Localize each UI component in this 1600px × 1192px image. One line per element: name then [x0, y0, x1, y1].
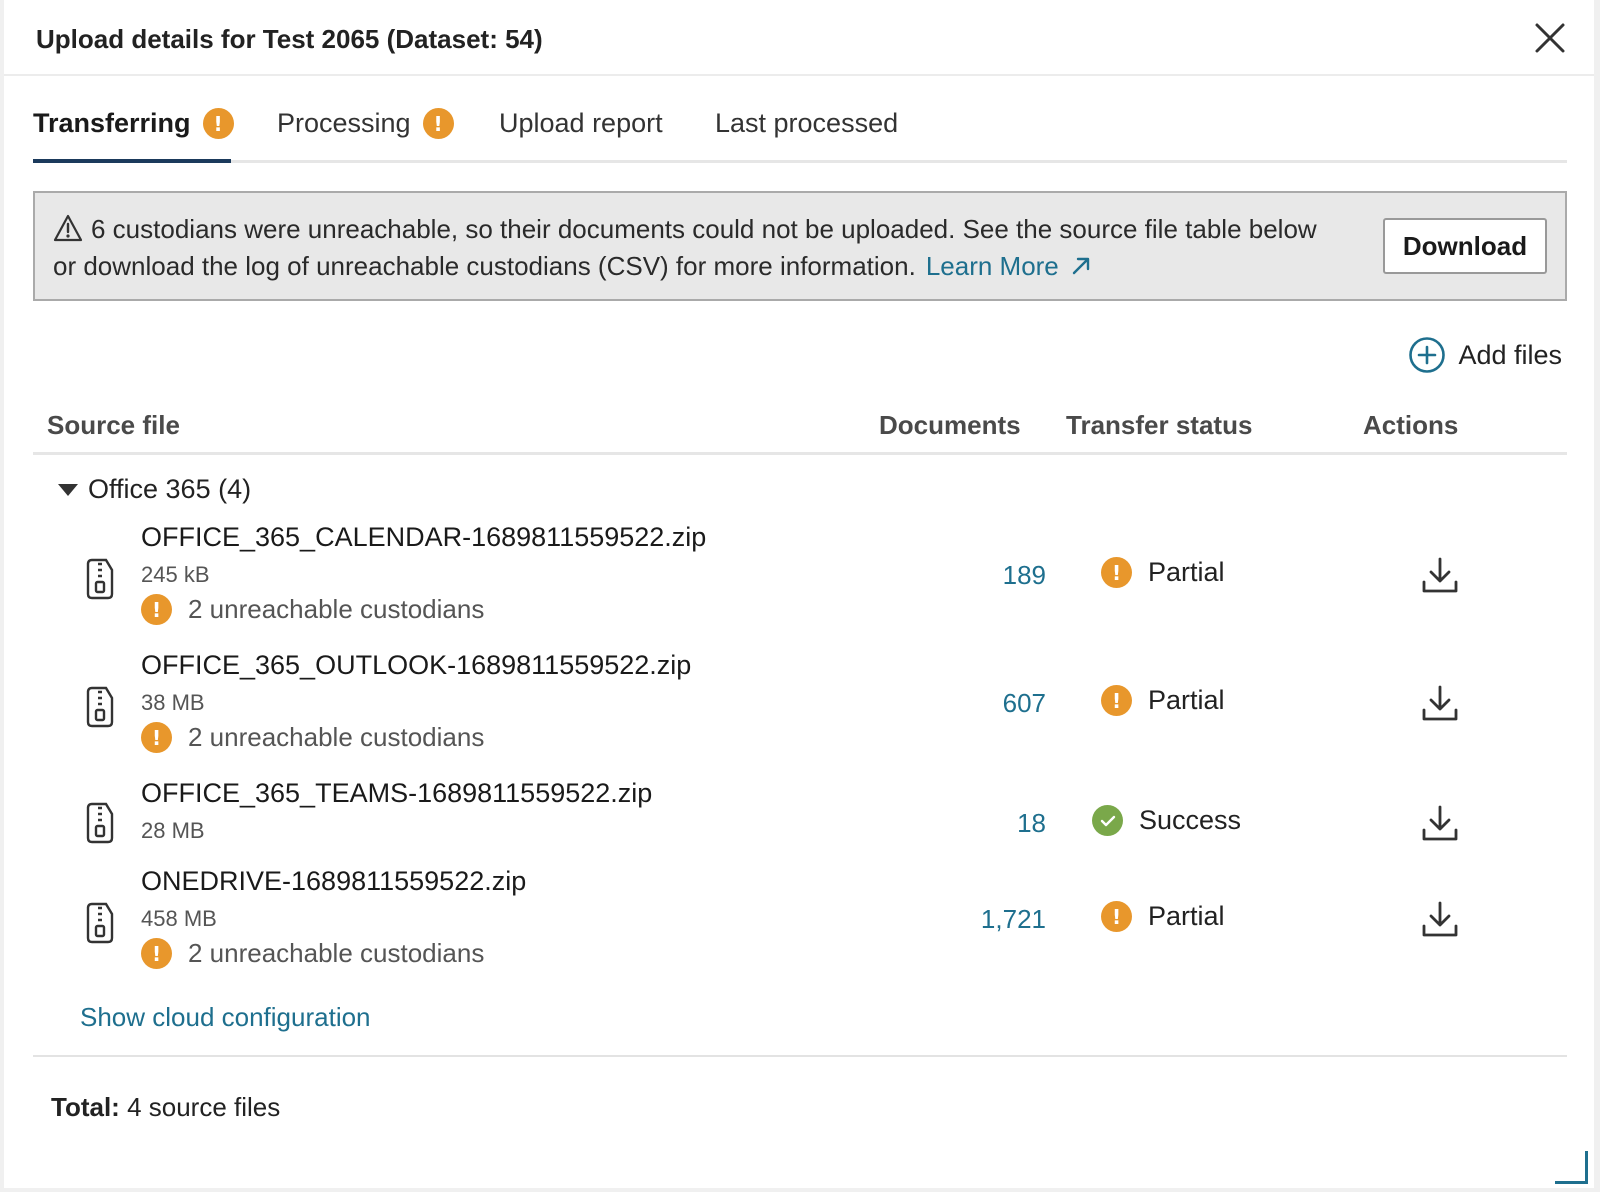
documents-count-link[interactable]: 18: [1017, 808, 1046, 839]
alert-text: 6 custodians were unreachable, so their …: [53, 214, 1317, 281]
close-icon[interactable]: [1532, 20, 1568, 56]
file-name: OFFICE_365_TEAMS-1689811559522.zip: [141, 778, 653, 808]
file-name: OFFICE_365_CALENDAR-1689811559522.zip: [141, 522, 707, 552]
learn-more-link[interactable]: Learn More: [926, 251, 1092, 281]
show-cloud-configuration-link[interactable]: Show cloud configuration: [80, 1002, 371, 1033]
unreachable-custodians-alert: 6 custodians were unreachable, so their …: [33, 191, 1567, 301]
external-link-icon: [1072, 257, 1090, 275]
unreachable-note: ! 2 unreachable custodians: [141, 594, 484, 625]
file-size: 245 kB: [141, 562, 210, 587]
dialog-title: Upload details for Test 2065 (Dataset: 5…: [36, 24, 543, 54]
alert-message: 6 custodians were unreachable, so their …: [53, 211, 1333, 285]
download-icon[interactable]: [1421, 556, 1459, 596]
file-size: 38 MB: [141, 690, 205, 715]
tab-bar: Transferring ! Processing ! Upload repor…: [33, 100, 1567, 163]
dialog-header: Upload details for Test 2065 (Dataset: 5…: [4, 0, 1594, 76]
resize-handle[interactable]: [1555, 1151, 1588, 1184]
unreachable-text: 2 unreachable custodians: [188, 938, 485, 968]
check-circle-icon: [1092, 805, 1123, 836]
zip-file-icon: [86, 558, 114, 600]
download-log-button[interactable]: Download: [1383, 218, 1547, 274]
warning-icon: !: [1101, 557, 1132, 588]
zip-file-icon: [86, 802, 114, 844]
tab-label: Transferring: [33, 108, 191, 138]
download-icon[interactable]: [1421, 804, 1459, 844]
tab-transferring[interactable]: Transferring !: [33, 108, 234, 139]
unreachable-text: 2 unreachable custodians: [188, 722, 485, 752]
active-tab-indicator: [33, 159, 231, 163]
tab-label: Upload report: [499, 108, 663, 138]
column-actions: Actions: [1363, 410, 1459, 440]
group-toggle-office-365[interactable]: Office 365 (4): [58, 474, 251, 505]
download-icon[interactable]: [1421, 900, 1459, 940]
tab-processing[interactable]: Processing !: [277, 108, 454, 139]
unreachable-note: ! 2 unreachable custodians: [141, 722, 484, 753]
total-label: Total:: [51, 1092, 120, 1122]
total-summary: Total: 4 source files: [51, 1092, 280, 1123]
download-icon[interactable]: [1421, 684, 1459, 724]
tab-label: Last processed: [715, 108, 899, 138]
transfer-status: ! Partial: [1101, 685, 1225, 716]
documents-count-link[interactable]: 607: [1003, 688, 1046, 719]
upload-details-dialog: Upload details for Test 2065 (Dataset: 5…: [4, 0, 1594, 1188]
warning-icon: !: [141, 938, 172, 969]
total-value: 4 source files: [127, 1092, 281, 1122]
documents-count-link[interactable]: 1,721: [981, 904, 1046, 935]
transfer-status: Success: [1092, 805, 1241, 836]
warning-icon: !: [141, 594, 172, 625]
zip-file-icon: [86, 902, 114, 944]
tab-upload-report[interactable]: Upload report: [499, 108, 663, 139]
file-name: OFFICE_365_OUTLOOK-1689811559522.zip: [141, 650, 692, 680]
warning-icon: !: [141, 722, 172, 753]
unreachable-text: 2 unreachable custodians: [188, 594, 485, 624]
caret-down-icon: [58, 483, 78, 496]
warning-icon: !: [1101, 685, 1132, 716]
column-source-file: Source file: [47, 410, 180, 440]
warning-icon: !: [202, 108, 234, 139]
warning-triangle-icon: [53, 214, 83, 242]
file-size: 28 MB: [141, 818, 205, 843]
transfer-status: ! Partial: [1101, 901, 1225, 932]
warning-icon: !: [422, 108, 454, 139]
tab-label: Processing: [277, 108, 411, 138]
learn-more-label: Learn More: [925, 251, 1059, 281]
file-name: ONEDRIVE-1689811559522.zip: [141, 866, 527, 896]
table-header: Source file Documents Transfer status Ac…: [33, 400, 1567, 455]
divider: [33, 1055, 1567, 1057]
column-documents: Documents: [879, 410, 1021, 440]
transfer-status: ! Partial: [1101, 557, 1225, 588]
documents-count-link[interactable]: 189: [1003, 560, 1046, 591]
add-files-label: Add files: [1458, 339, 1562, 370]
column-transfer-status: Transfer status: [1066, 410, 1253, 440]
status-text: Partial: [1148, 901, 1225, 931]
add-files-button[interactable]: Add files: [1408, 336, 1562, 374]
tab-last-processed[interactable]: Last processed: [715, 108, 898, 139]
status-text: Success: [1139, 805, 1242, 835]
zip-file-icon: [86, 686, 114, 728]
add-circle-icon: [1409, 337, 1446, 373]
group-label: Office 365 (4): [88, 474, 252, 504]
status-text: Partial: [1148, 685, 1225, 715]
status-text: Partial: [1148, 557, 1225, 587]
warning-icon: !: [1101, 901, 1132, 932]
file-size: 458 MB: [141, 906, 217, 931]
unreachable-note: ! 2 unreachable custodians: [141, 938, 484, 969]
